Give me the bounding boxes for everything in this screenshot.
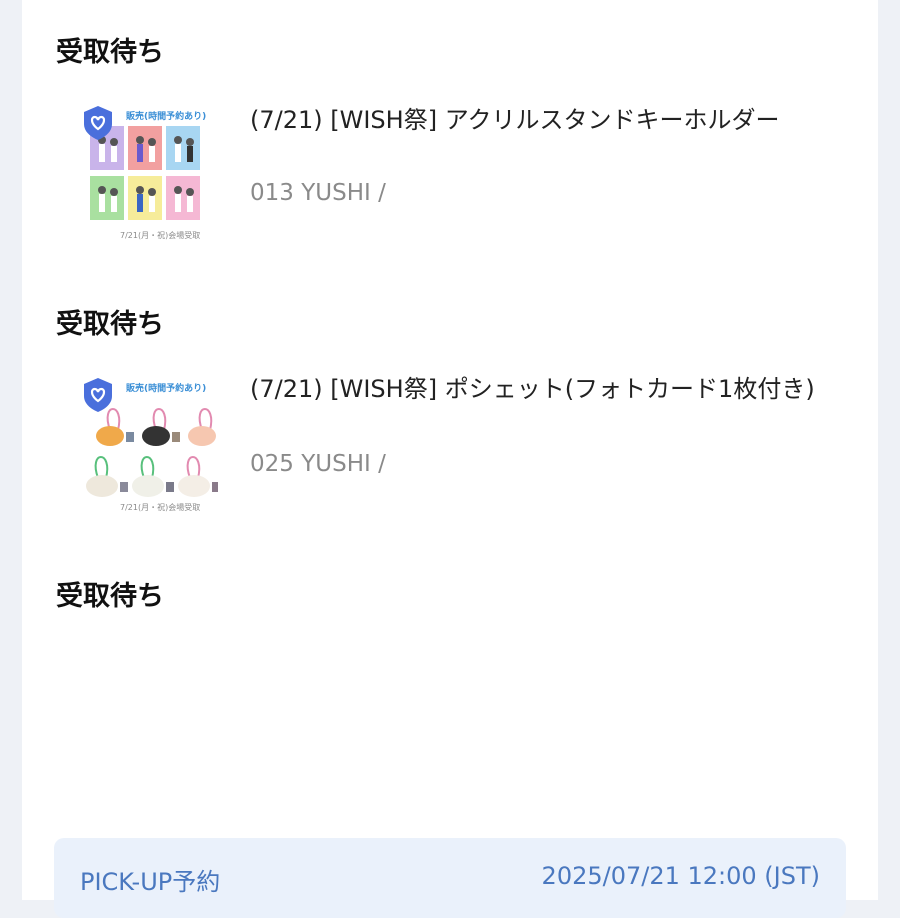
status-heading: 受取待ち — [56, 37, 164, 68]
pochette-image: 販売(時間予約あり) 7/21(月・祝)会場受取 — [70, 372, 220, 522]
thumbnail-footer: 7/21(月・祝)会場受取 — [120, 502, 200, 512]
product-thumbnail[interactable]: 販売(時間予約あり) 7/21(月・祝)会場受取 — [70, 372, 220, 522]
status-heading: 受取待ち — [56, 581, 164, 612]
order-list-card: 受取待ち 販売(時間予約あり) 7/21(月・祝)会場受取 (7/21) [WI… — [22, 0, 878, 918]
thumbnail-banner: 販売(時間予約あり) — [126, 110, 206, 122]
thumbnail-footer: 7/21(月・祝)会場受取 — [120, 230, 200, 240]
pickup-datetime: 2025/07/21 12:00 (JST) — [541, 862, 820, 890]
product-option: 013 YUSHI / — [250, 180, 386, 206]
pickup-label: PICK-UP予約 — [80, 868, 221, 896]
thumbnail-banner: 販売(時間予約あり) — [126, 382, 206, 394]
product-title[interactable]: (7/21) [WISH祭] アクリルスタンドキーホルダー — [250, 102, 850, 138]
product-option: 025 YUSHI / — [250, 451, 386, 477]
product-title[interactable]: (7/21) [WISH祭] ポシェット(フォトカード1枚付き) — [250, 371, 850, 407]
pickup-reservation-bar[interactable]: PICK-UP予約 2025/07/21 12:00 (JST) — [54, 838, 846, 918]
acrylic-stand-image: 販売(時間予約あり) 7/21(月・祝)会場受取 — [70, 100, 220, 250]
product-thumbnail[interactable]: 販売(時間予約あり) 7/21(月・祝)会場受取 — [70, 100, 220, 250]
status-heading: 受取待ち — [56, 309, 164, 340]
